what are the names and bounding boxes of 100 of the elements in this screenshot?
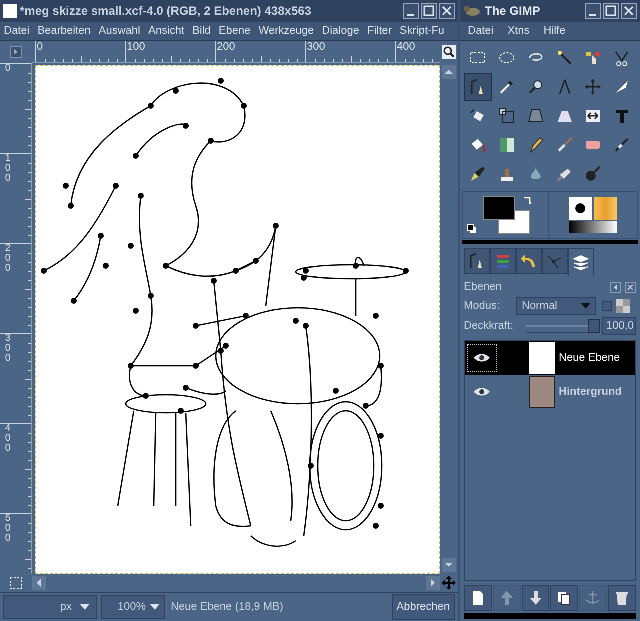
bucket-icon bbox=[469, 136, 487, 154]
brush-icon bbox=[556, 136, 574, 154]
dock-tab[interactable] bbox=[516, 248, 542, 274]
ink-pen-icon bbox=[469, 165, 487, 183]
layer-thumbnail bbox=[529, 342, 555, 374]
ruler-label: 500 bbox=[4, 514, 12, 546]
eye-icon[interactable] bbox=[473, 387, 491, 397]
eye-icon[interactable] bbox=[473, 353, 491, 363]
ruler-label: 200 bbox=[216, 41, 236, 53]
ruler-label: 300 bbox=[306, 41, 326, 53]
menu-item[interactable]: Ebene bbox=[218, 22, 251, 40]
quick-mask-icon[interactable] bbox=[10, 46, 22, 58]
cancel-button[interactable]: Abbrechen bbox=[392, 594, 455, 620]
move-arrows-icon[interactable] bbox=[442, 576, 456, 590]
minimize-icon[interactable] bbox=[585, 3, 601, 19]
layer-name: Hintergrund bbox=[559, 384, 622, 400]
magnifier-icon bbox=[526, 78, 545, 96]
dock-tab[interactable] bbox=[568, 248, 594, 276]
layer-action-button[interactable] bbox=[550, 585, 578, 611]
layer-row[interactable]: Neue Ebene bbox=[465, 341, 635, 375]
dodge-burn-icon bbox=[584, 165, 602, 183]
caret-icon bbox=[581, 303, 591, 309]
channels-icon bbox=[494, 252, 512, 270]
unit-dropdown[interactable]: px bbox=[3, 595, 97, 619]
menu-item[interactable]: Datei bbox=[468, 22, 494, 40]
ruler-label: 300 bbox=[4, 334, 12, 366]
menu-item[interactable]: Xtns bbox=[508, 22, 530, 40]
window-title: The GIMP bbox=[485, 3, 542, 20]
mode-value: Normal bbox=[522, 298, 558, 314]
menu-item[interactable]: Skript-Fu bbox=[400, 22, 445, 40]
menu-item[interactable]: Hilfe bbox=[544, 22, 566, 40]
menu-item[interactable]: Ansicht bbox=[148, 22, 185, 40]
menu-item[interactable]: Dialoge bbox=[322, 22, 360, 40]
layers-icon bbox=[572, 254, 590, 272]
eyedropper-icon bbox=[498, 78, 516, 96]
keep-transparency-checkbox[interactable] bbox=[602, 301, 612, 311]
ruler-label: 0 bbox=[36, 41, 44, 53]
window-title: *meg skizze small.xcf-4.0 (RGB, 2 Ebenen) 438x563 bbox=[20, 3, 312, 20]
opacity-label: Deckkraft: bbox=[464, 318, 515, 334]
unit-value: px bbox=[59, 600, 73, 615]
dock-tab[interactable] bbox=[464, 248, 490, 274]
scroll-left-icon[interactable] bbox=[32, 576, 46, 590]
minimize-icon[interactable] bbox=[403, 3, 419, 19]
scroll-up-icon[interactable] bbox=[442, 65, 456, 79]
flip-icon bbox=[584, 107, 602, 125]
scroll-down-icon[interactable] bbox=[442, 558, 456, 572]
menu-item[interactable]: Filter bbox=[367, 22, 392, 40]
menu-item[interactable]: Datei bbox=[4, 22, 30, 40]
gradient-preview-icon[interactable] bbox=[569, 221, 617, 233]
duplicate-icon bbox=[555, 589, 574, 607]
status-message: Neue Ebene (18,9 MB) bbox=[170, 600, 285, 615]
layer-name: Neue Ebene bbox=[559, 350, 620, 366]
ruler-label: 200 bbox=[4, 244, 12, 276]
ruler-label: 400 bbox=[396, 41, 416, 53]
layer-action-button[interactable] bbox=[522, 585, 550, 611]
gradient-icon bbox=[498, 136, 516, 154]
color-select-icon bbox=[584, 49, 602, 67]
zoom-dropdown[interactable]: 100% bbox=[101, 595, 165, 619]
menu-item[interactable]: Auswahl bbox=[98, 22, 140, 40]
scroll-right-icon[interactable] bbox=[426, 576, 440, 590]
caret-icon bbox=[150, 604, 160, 610]
opacity-slider[interactable] bbox=[526, 319, 600, 333]
close-icon[interactable] bbox=[439, 3, 455, 19]
navigate-icon[interactable] bbox=[442, 45, 456, 59]
swap-arrows-icon[interactable] bbox=[523, 196, 533, 206]
caret-icon bbox=[80, 604, 90, 610]
tool-button[interactable] bbox=[464, 73, 492, 101]
ruler-label: 100 bbox=[126, 41, 146, 53]
mode-dropdown[interactable]: Normal bbox=[516, 297, 596, 315]
mode-label: Modus: bbox=[464, 298, 502, 314]
window-icon bbox=[3, 4, 17, 18]
ruler-label: 0 bbox=[4, 64, 12, 76]
close-icon[interactable] bbox=[621, 3, 637, 19]
checkerboard-icon bbox=[616, 299, 630, 313]
zoom-selection-icon[interactable] bbox=[9, 576, 23, 590]
ruler-label: 100 bbox=[4, 154, 12, 186]
layer-row[interactable]: Hintergrund bbox=[465, 375, 635, 409]
menu-item[interactable]: Bearbeiten bbox=[38, 22, 91, 40]
scissors-icon bbox=[613, 49, 632, 67]
tab-menu-icon[interactable] bbox=[610, 282, 621, 292]
menu-item[interactable]: Bild bbox=[192, 22, 211, 40]
maximize-icon[interactable] bbox=[421, 3, 437, 19]
menu-item[interactable]: Werkzeuge bbox=[258, 22, 314, 40]
shear-icon bbox=[526, 107, 545, 125]
layer-action-button[interactable] bbox=[464, 585, 492, 611]
maximize-icon[interactable] bbox=[603, 3, 619, 19]
default-colors-icon[interactable] bbox=[467, 224, 477, 234]
move-icon bbox=[584, 78, 602, 96]
brush-preview-icon[interactable] bbox=[569, 197, 592, 220]
opacity-field[interactable]: 100,0 bbox=[602, 317, 636, 335]
scale-icon bbox=[498, 107, 516, 125]
slider-thumb[interactable] bbox=[588, 319, 600, 333]
anchor-icon bbox=[584, 589, 602, 607]
wilber-icon bbox=[463, 5, 481, 17]
close-tab-icon[interactable] bbox=[625, 282, 636, 292]
magic-wand-icon bbox=[556, 49, 574, 67]
ruler-label: 400 bbox=[4, 424, 12, 456]
layer-thumbnail bbox=[529, 376, 555, 408]
zoom-value: 100% bbox=[116, 600, 147, 615]
layer-action-button[interactable] bbox=[608, 585, 636, 611]
